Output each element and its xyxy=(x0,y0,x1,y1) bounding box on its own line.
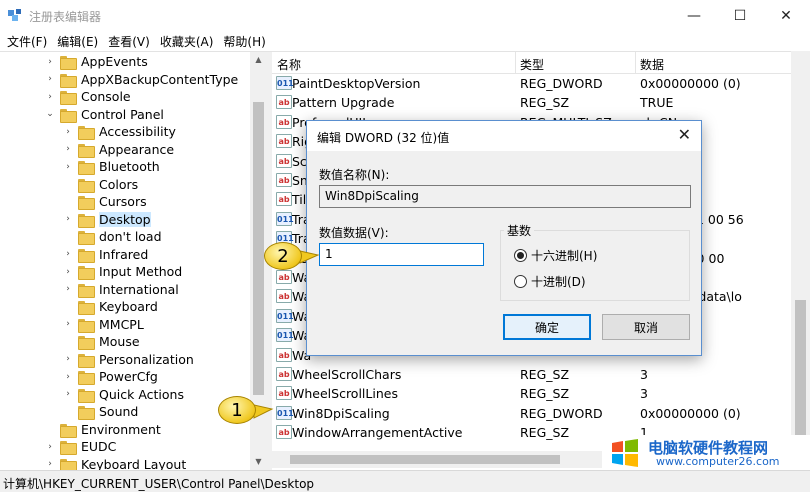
windows-logo-icon xyxy=(612,439,638,467)
callout-one: 1 xyxy=(218,396,256,424)
callout-two-tail xyxy=(299,250,320,264)
callout-two: 2 xyxy=(264,242,302,270)
callout-one-tail xyxy=(253,404,274,419)
watermark: 电脑软硬件教程网 www.computer26.com xyxy=(602,435,810,470)
callout-tails xyxy=(253,250,320,419)
watermark-url: www.computer26.com xyxy=(656,455,780,468)
